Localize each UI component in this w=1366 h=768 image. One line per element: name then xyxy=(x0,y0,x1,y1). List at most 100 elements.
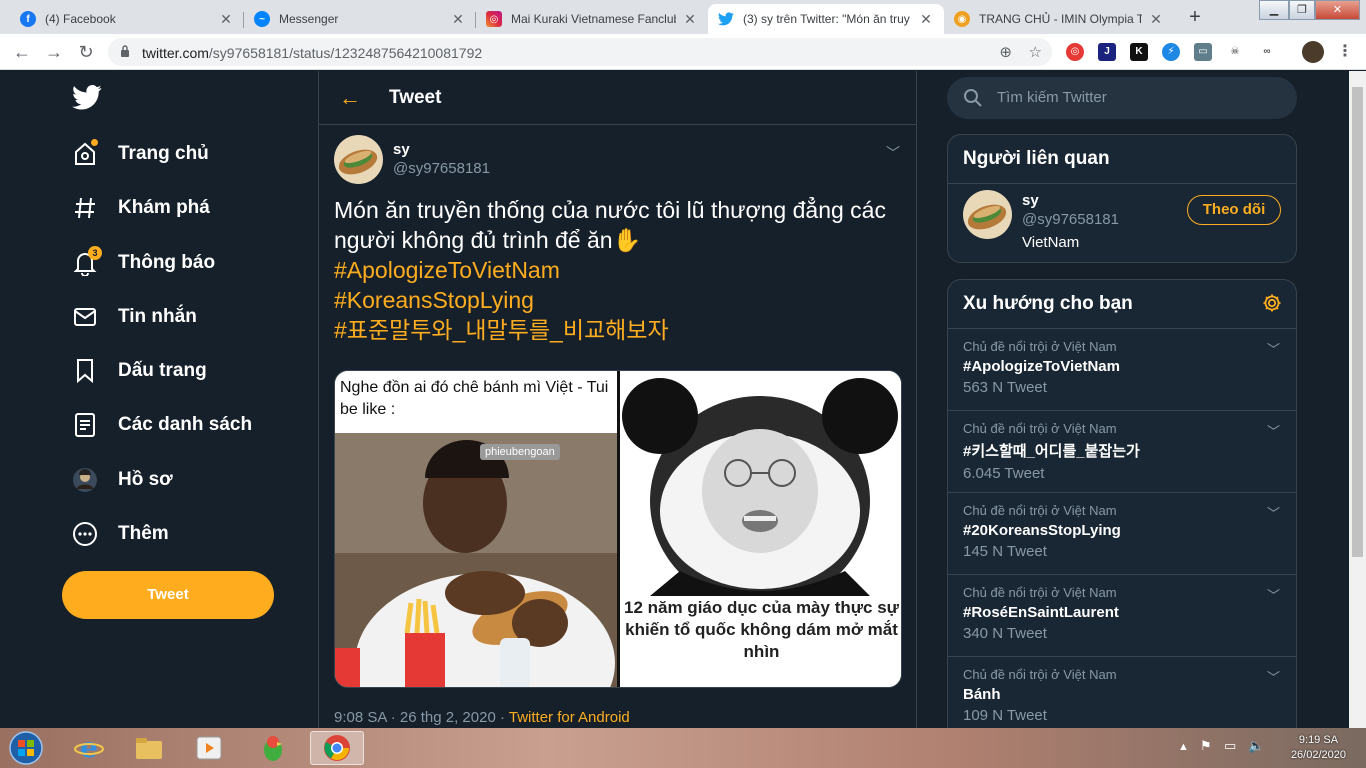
author-avatar[interactable] xyxy=(334,135,383,184)
nav-item-notifications[interactable]: 3 Thông báo xyxy=(70,243,215,283)
system-clock[interactable]: 9:19 SA 26/02/2020 xyxy=(1291,733,1346,763)
nav-item-label: Trang chủ xyxy=(118,143,209,164)
tweet-image[interactable]: Nghe đồn ai đó chê bánh mì Việt - Tui be… xyxy=(334,370,902,688)
trend-context: Chủ đề nổi trội ở Việt Nam xyxy=(963,667,1117,682)
trend-item[interactable]: Chủ đề nổi trội ở Việt Nam #ApologizeToV… xyxy=(948,329,1296,411)
messenger-icon: ~ xyxy=(254,11,270,27)
minimize-button[interactable]: ▁ xyxy=(1259,0,1289,20)
chevron-down-icon[interactable]: ﹀ xyxy=(886,143,900,163)
chrome-taskbar-icon[interactable] xyxy=(310,731,364,765)
start-button[interactable] xyxy=(4,731,48,765)
back-arrow-icon[interactable]: ← xyxy=(10,40,34,64)
author-handle[interactable]: @sy97658181 xyxy=(393,160,490,177)
tweet-text-line: Món ăn truyền thống của nước tôi lũ thượ… xyxy=(334,197,886,223)
nav-item-explore[interactable]: Khám phá xyxy=(70,188,210,228)
media-player-icon[interactable] xyxy=(186,731,232,765)
bell-icon: 3 xyxy=(70,246,102,278)
extension-icon[interactable]: ◎ xyxy=(1066,43,1084,61)
tab-messenger[interactable]: ~ Messenger ✕ xyxy=(244,4,476,34)
tweet-timestamp[interactable]: 9:08 SA · 26 thg 2, 2020 · xyxy=(334,709,509,726)
tab-imin[interactable]: ◉ TRANG CHỦ - IMIN Olympia Tra ✕ xyxy=(944,4,1174,34)
related-handle[interactable]: @sy97658181 xyxy=(1022,211,1119,228)
nav-item-more[interactable]: Thêm xyxy=(70,514,169,554)
reload-icon[interactable]: ↻ xyxy=(74,40,98,64)
related-name[interactable]: sy xyxy=(1022,192,1119,209)
profile-avatar xyxy=(70,465,100,495)
chevron-down-icon[interactable]: ﹀ xyxy=(1267,421,1280,440)
close-window-button[interactable]: ✕ xyxy=(1315,0,1360,20)
extension-icon[interactable]: ☠ xyxy=(1226,43,1244,61)
internet-explorer-icon[interactable]: e xyxy=(66,731,112,765)
follow-button[interactable]: Theo dõi xyxy=(1187,195,1281,225)
display-icon[interactable]: ▭ xyxy=(1224,738,1236,754)
meme-caption-top: Nghe đồn ai đó chê bánh mì Việt - Tui be… xyxy=(335,371,618,433)
maximize-button[interactable]: ❐ xyxy=(1289,0,1315,20)
close-icon[interactable]: ✕ xyxy=(918,11,934,28)
chevron-down-icon[interactable]: ﹀ xyxy=(1267,339,1280,358)
hashtag-link[interactable]: #표준말투와_내말투를_비교해보자 xyxy=(334,315,904,345)
tweet-text: Món ăn truyền thống của nước tôi lũ thượ… xyxy=(334,195,904,345)
nav-item-label: Khám phá xyxy=(118,197,210,218)
close-icon[interactable]: ✕ xyxy=(682,11,698,28)
extension-icon[interactable]: ∞ xyxy=(1258,43,1276,61)
gear-icon[interactable] xyxy=(1262,293,1282,313)
extension-icon[interactable]: K xyxy=(1130,43,1148,61)
page-scrollbar[interactable] xyxy=(1349,71,1366,728)
nav-item-label: Thêm xyxy=(118,523,169,544)
tab-instagram[interactable]: ◎ Mai Kuraki Vietnamese Fanclub ✕ xyxy=(476,4,708,34)
profile-avatar[interactable] xyxy=(1302,41,1324,63)
trend-name: Bánh xyxy=(963,686,1001,703)
twitter-logo-icon[interactable] xyxy=(72,85,102,115)
extension-icon[interactable]: J xyxy=(1098,43,1116,61)
obama-eating-photo xyxy=(335,433,618,687)
trend-item[interactable]: Chủ đề nổi trội ở Việt Nam #키스할때_어디를_붙잡는… xyxy=(948,411,1296,493)
network-icon[interactable]: ⚑ xyxy=(1200,738,1212,754)
trend-item[interactable]: Chủ đề nổi trội ở Việt Nam #RoséEnSaintL… xyxy=(948,575,1296,657)
volume-icon[interactable]: 🔈 xyxy=(1248,738,1264,754)
close-icon[interactable]: ✕ xyxy=(1148,11,1164,28)
trend-item[interactable]: Chủ đề nổi trội ở Việt Nam #20KoreansSto… xyxy=(948,493,1296,575)
tweet-source-link[interactable]: Twitter for Android xyxy=(509,709,630,726)
extension-icon[interactable]: ⚡ xyxy=(1162,43,1180,61)
menu-icon[interactable]: ⋮ xyxy=(1336,43,1354,61)
hashtag-link[interactable]: #KoreansStopLying xyxy=(334,285,904,315)
nav-item-lists[interactable]: Các danh sách xyxy=(70,405,252,445)
star-icon[interactable]: ☆ xyxy=(1029,43,1042,61)
notification-badge: 3 xyxy=(88,246,102,260)
parrot-app-icon[interactable] xyxy=(250,731,296,765)
search-input[interactable]: Tìm kiếm Twitter xyxy=(997,89,1107,106)
close-icon[interactable]: ✕ xyxy=(218,11,234,28)
chevron-down-icon[interactable]: ﹀ xyxy=(1267,667,1280,686)
hashtag-link[interactable]: #ApologizeToVietNam xyxy=(334,255,904,285)
image-watermark: phieubengoan xyxy=(480,444,560,460)
extension-icon[interactable]: ▭ xyxy=(1194,43,1212,61)
meme-caption-bottom: 12 năm giáo dục của mày thực sự khiến tổ… xyxy=(624,598,899,661)
forward-arrow-icon[interactable]: → xyxy=(42,40,66,64)
address-bar[interactable]: twitter.com/sy97658181/status/1232487564… xyxy=(108,38,1052,66)
tray-expand-icon[interactable]: ▲ xyxy=(1178,741,1189,753)
add-icon[interactable]: ⊕ xyxy=(999,43,1012,61)
tab-facebook[interactable]: f (4) Facebook ✕ xyxy=(10,4,244,34)
nav-item-bookmarks[interactable]: Dấu trang xyxy=(70,351,207,391)
search-box[interactable]: Tìm kiếm Twitter xyxy=(947,77,1297,119)
tweet-text-line: người không đủ trình để ăn✋ xyxy=(334,227,642,253)
chevron-down-icon[interactable]: ﹀ xyxy=(1267,503,1280,522)
close-icon[interactable]: ✕ xyxy=(450,11,466,28)
nav-item-home[interactable]: Trang chủ xyxy=(70,134,209,174)
trend-count: 563 N Tweet xyxy=(963,379,1047,396)
nav-item-messages[interactable]: Tin nhắn xyxy=(70,297,197,337)
author-name[interactable]: sy xyxy=(393,141,490,158)
file-explorer-icon[interactable] xyxy=(126,731,172,765)
trend-name: #20KoreansStopLying xyxy=(963,522,1121,539)
chevron-down-icon[interactable]: ﹀ xyxy=(1267,585,1280,604)
tweet-button[interactable]: Tweet xyxy=(62,571,274,619)
trend-item[interactable]: Chủ đề nổi trội ở Việt Nam Bánh 109 N Tw… xyxy=(948,657,1296,728)
hashtag-icon xyxy=(70,193,100,223)
related-avatar[interactable] xyxy=(963,190,1012,239)
windows-taskbar: e ▲ ⚑ ▭ 🔈 9:19 SA 26/02/2020 xyxy=(0,728,1366,768)
nav-item-profile[interactable]: Hồ sơ xyxy=(70,460,173,500)
back-arrow-icon[interactable]: ← xyxy=(339,85,369,111)
tab-twitter[interactable]: (3) sy trên Twitter: "Món ăn truy ✕ xyxy=(708,4,944,34)
scrollbar-thumb[interactable] xyxy=(1352,87,1363,557)
new-tab-button[interactable]: + xyxy=(1183,6,1207,30)
